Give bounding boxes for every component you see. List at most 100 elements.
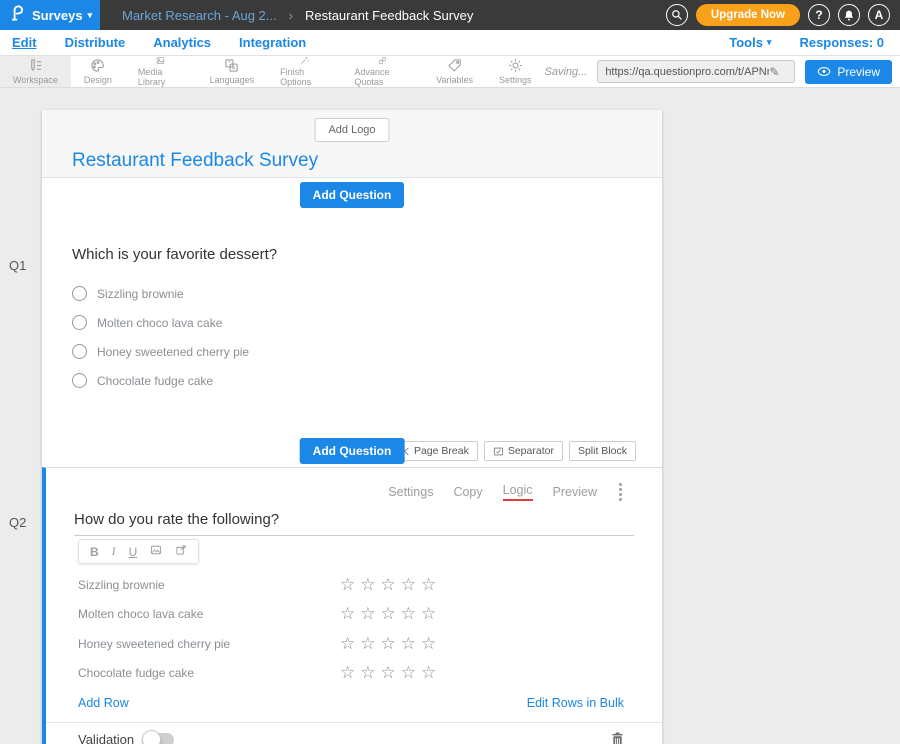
breadcrumb: Market Research - Aug 2... › Restaurant … — [122, 8, 473, 23]
svg-text:*: * — [229, 61, 231, 67]
tab-integration[interactable]: Integration — [239, 35, 306, 50]
add-logo-button[interactable]: Add Logo — [314, 118, 389, 142]
toolbar-item-finish-options[interactable]: Finish Options — [267, 56, 341, 87]
q2-copy-link[interactable]: Copy — [453, 485, 482, 499]
help-button[interactable]: ? — [808, 4, 830, 26]
matrix-row-label[interactable]: Chocolate fudge cake — [78, 666, 340, 680]
toolbar-item-label: Media Library — [138, 67, 184, 87]
validation-toggle[interactable] — [144, 733, 174, 744]
tag-icon — [447, 58, 462, 73]
breadcrumb-survey-name: Restaurant Feedback Survey — [305, 8, 473, 23]
add-question-row-bottom: Add Question Page Break Separator Split … — [42, 435, 662, 467]
star-icon: ☆ — [381, 663, 401, 682]
toolbar-item-label: Finish Options — [280, 67, 328, 87]
delete-question-button[interactable] — [611, 732, 624, 744]
option-label[interactable]: Honey sweetened cherry pie — [97, 345, 249, 359]
search-icon — [671, 9, 683, 21]
add-row-link[interactable]: Add Row — [78, 696, 129, 710]
star-icon: ☆ — [340, 663, 360, 682]
q1-option: Molten choco lava cake — [72, 308, 632, 337]
eye-icon — [817, 66, 831, 77]
add-question-button-top[interactable]: Add Question — [300, 182, 405, 208]
matrix-row-label[interactable]: Honey sweetened cherry pie — [78, 637, 340, 651]
q2-preview-link[interactable]: Preview — [553, 485, 597, 499]
trash-icon — [611, 732, 624, 744]
edit-rows-in-bulk-link[interactable]: Edit Rows in Bulk — [527, 696, 624, 710]
kebab-menu-icon[interactable] — [617, 481, 624, 503]
underline-icon[interactable]: U — [129, 545, 138, 559]
toolbar-item-label: Variables — [436, 75, 473, 85]
bold-icon[interactable]: B — [90, 545, 99, 559]
survey-url-input[interactable] — [605, 66, 769, 78]
matrix-row: Honey sweetened cherry pie ☆☆☆☆☆ — [78, 629, 662, 659]
toolbar-item-languages[interactable]: *A Languages — [197, 56, 268, 87]
separator-button[interactable]: Separator — [484, 441, 563, 461]
toolbar-item-advance-quotas[interactable]: Advance Quotas — [341, 56, 423, 87]
tools-menu[interactable]: Tools ▾ — [729, 35, 771, 50]
tab-analytics[interactable]: Analytics — [153, 35, 211, 50]
breadcrumb-folder[interactable]: Market Research - Aug 2... — [122, 8, 277, 23]
star-icon: ☆ — [360, 575, 380, 594]
q2-action-menu: Settings Copy Logic Preview — [46, 468, 662, 503]
add-question-button-bottom[interactable]: Add Question — [300, 438, 405, 464]
avatar[interactable]: A — [868, 4, 890, 26]
palette-icon — [90, 58, 105, 73]
option-label[interactable]: Chocolate fudge cake — [97, 374, 213, 388]
option-label[interactable]: Sizzling brownie — [97, 287, 184, 301]
text-format-toolbar: B I U — [78, 539, 199, 564]
q2-settings-link[interactable]: Settings — [388, 485, 433, 499]
topbar-actions: Upgrade Now ? A — [666, 4, 900, 26]
toolbar-item-media-library[interactable]: Media Library — [125, 56, 197, 87]
rating-stars: ☆☆☆☆☆ — [340, 604, 441, 624]
gear-icon — [508, 58, 523, 73]
survey-nav: Edit Distribute Analytics Integration To… — [0, 30, 900, 56]
q1-question-text[interactable]: Which is your favorite dessert? — [72, 246, 632, 263]
toolbar-item-label: Settings — [499, 75, 532, 85]
toolbar-item-variables[interactable]: Variables — [423, 56, 486, 87]
italic-icon[interactable]: I — [112, 544, 116, 559]
responses-count[interactable]: Responses: 0 — [799, 35, 884, 50]
toolbar-item-settings[interactable]: Settings — [486, 56, 545, 87]
surveys-menu[interactable]: Surveys ▾ — [32, 8, 92, 23]
matrix-row-label[interactable]: Molten choco lava cake — [78, 607, 340, 621]
toolbar-item-workspace[interactable]: Workspace — [0, 56, 71, 87]
matrix-row: Chocolate fudge cake ☆☆☆☆☆ — [78, 659, 662, 689]
preview-button[interactable]: Preview — [805, 60, 892, 84]
toolbar-item-design[interactable]: Design — [71, 56, 125, 87]
split-block-button[interactable]: Split Block — [569, 441, 636, 461]
tab-distribute[interactable]: Distribute — [65, 35, 126, 50]
rating-stars: ☆☆☆☆☆ — [340, 575, 441, 595]
option-label[interactable]: Molten choco lava cake — [97, 316, 222, 330]
breadcrumb-separator-icon: › — [289, 8, 293, 23]
star-icon: ☆ — [381, 634, 401, 653]
brand-block[interactable]: Surveys ▾ — [0, 0, 100, 30]
translate-icon: *A — [224, 58, 239, 73]
q2-footer: Validation — [46, 722, 662, 744]
search-button[interactable] — [666, 4, 688, 26]
tab-edit[interactable]: Edit — [12, 35, 37, 50]
add-question-row-top: Add Question — [42, 178, 662, 212]
q2-logic-link[interactable]: Logic — [503, 483, 533, 501]
q1-option: Sizzling brownie — [72, 279, 632, 308]
toolbar-right: Saving... ✎ Preview — [545, 56, 900, 87]
insert-image-icon[interactable] — [150, 544, 162, 559]
workspace-icon — [28, 58, 43, 73]
question-2-block-selected: Settings Copy Logic Preview How do you r… — [42, 467, 662, 744]
edit-url-icon[interactable]: ✎ — [769, 65, 779, 79]
page-break-label: Page Break — [414, 445, 469, 457]
survey-canvas: Q1 Q2 Add Logo Restaurant Feedback Surve… — [0, 88, 900, 744]
survey-title[interactable]: Restaurant Feedback Survey — [72, 150, 318, 172]
upgrade-now-button[interactable]: Upgrade Now — [696, 4, 800, 26]
question-number-q1: Q1 — [9, 258, 26, 273]
q2-row-links: Add Row Edit Rows in Bulk — [78, 696, 624, 710]
radio-icon — [72, 315, 87, 330]
survey-header-block: Add Logo Restaurant Feedback Survey — [42, 110, 662, 178]
notifications-button[interactable] — [838, 4, 860, 26]
questionpro-logo-icon — [10, 4, 25, 27]
q2-question-text[interactable]: How do you rate the following? — [74, 511, 634, 536]
matrix-row-label[interactable]: Sizzling brownie — [78, 578, 340, 592]
star-icon: ☆ — [360, 663, 380, 682]
tools-label: Tools — [729, 35, 763, 50]
surveys-menu-label: Surveys — [32, 8, 83, 23]
insert-link-icon[interactable] — [175, 544, 187, 559]
